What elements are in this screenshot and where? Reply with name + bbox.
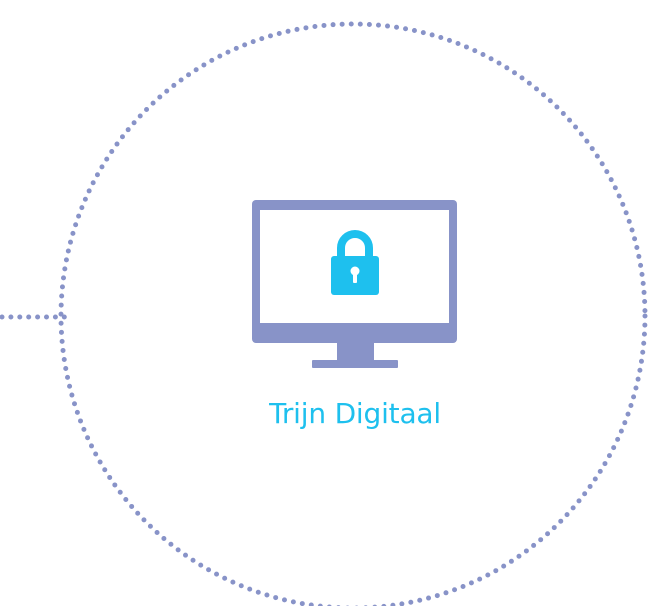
monitor-neck <box>337 341 374 361</box>
monitor-stand <box>312 360 398 368</box>
keyhole-slot <box>353 271 357 283</box>
diagram-art <box>0 21 648 606</box>
node-label: Trijn Digitaal <box>269 397 441 430</box>
diagram-canvas: Trijn Digitaal <box>0 0 662 606</box>
